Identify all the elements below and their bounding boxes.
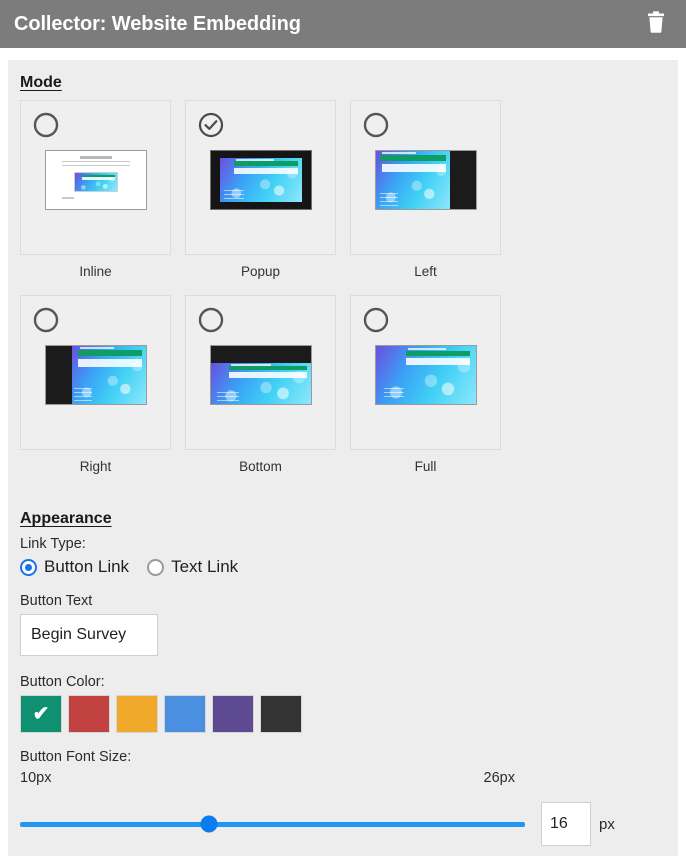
mode-label-inline: Inline	[79, 264, 112, 279]
font-size-unit-label: px	[599, 815, 615, 833]
trash-icon	[646, 10, 666, 38]
page-title: Collector: Website Embedding	[14, 12, 301, 35]
mode-cell-left: Left	[350, 100, 501, 295]
radio-selected-icon[interactable]	[20, 558, 37, 576]
mode-grid: Inline Popup Left Right Bottom Full	[20, 100, 666, 490]
button-color-label: Button Color:	[20, 674, 105, 690]
mode-thumbnail-popup	[186, 150, 335, 210]
radio-unchecked-icon[interactable]	[363, 112, 389, 138]
mode-label-right: Right	[79, 459, 112, 474]
mode-cell-popup: Popup	[185, 100, 336, 295]
slider-track	[20, 821, 525, 827]
mode-cell-inline: Inline	[20, 100, 171, 295]
font-size-max-label: 26px	[483, 770, 515, 786]
link-type-button-link-label: Button Link	[44, 557, 130, 576]
link-type-text-link-label: Text Link	[171, 557, 239, 576]
mode-option-inline[interactable]	[20, 100, 171, 255]
button-color-swatches: ✔	[20, 695, 666, 733]
mode-option-bottom[interactable]	[185, 295, 336, 450]
mode-thumbnail-inline	[21, 150, 170, 210]
collector-header: Collector: Website Embedding	[0, 0, 686, 48]
font-size-min-label: 10px	[20, 770, 52, 786]
link-type-button-link[interactable]: Button Link	[20, 557, 129, 577]
mode-label-popup: Popup	[240, 264, 281, 279]
mode-label-bottom: Bottom	[239, 459, 282, 474]
font-size-slider[interactable]	[20, 814, 525, 834]
mode-cell-spacer	[515, 295, 666, 490]
mode-thumbnail-left	[351, 150, 500, 210]
font-size-block: Button Font Size: 10px 26px px	[20, 749, 666, 846]
check-icon: ✔	[32, 703, 50, 725]
font-size-slider-row: px	[20, 802, 666, 846]
radio-unchecked-icon[interactable]	[198, 307, 224, 333]
color-swatch-red[interactable]	[68, 695, 110, 733]
mode-option-popup[interactable]	[185, 100, 336, 255]
mode-cell-full: Full	[350, 295, 501, 490]
settings-panel-wrapper: Mode Inline Popup Left Right Bottom Full…	[0, 48, 686, 856]
mode-label-left: Left	[414, 264, 437, 279]
settings-panel: Mode Inline Popup Left Right Bottom Full…	[8, 60, 678, 856]
mode-cell-spacer	[515, 100, 666, 295]
radio-unchecked-icon[interactable]	[363, 307, 389, 333]
color-swatch-dark[interactable]	[260, 695, 302, 733]
button-text-label: Button Text	[20, 593, 93, 609]
mode-cell-right: Right	[20, 295, 171, 490]
color-swatch-green[interactable]: ✔	[20, 695, 62, 733]
mode-cell-bottom: Bottom	[185, 295, 336, 490]
appearance-section: Appearance Link Type: Button Link Text L…	[20, 510, 666, 846]
mode-section-title: Mode	[20, 74, 62, 91]
color-swatch-orange[interactable]	[116, 695, 158, 733]
button-font-size-label: Button Font Size:	[20, 749, 132, 765]
color-swatch-purple[interactable]	[212, 695, 254, 733]
slider-thumb[interactable]	[200, 815, 218, 833]
radio-checked-icon[interactable]	[198, 112, 224, 138]
mode-thumbnail-bottom	[186, 345, 335, 405]
link-type-label: Link Type:	[20, 536, 86, 552]
mode-thumbnail-right	[21, 345, 170, 405]
button-text-input[interactable]	[20, 614, 158, 656]
radio-unchecked-icon[interactable]	[33, 307, 59, 333]
mode-option-right[interactable]	[20, 295, 171, 450]
font-size-input[interactable]	[541, 802, 591, 846]
mode-label-full: Full	[414, 459, 437, 474]
mode-option-full[interactable]	[350, 295, 501, 450]
appearance-section-title: Appearance	[20, 510, 112, 527]
link-type-text-link[interactable]: Text Link	[147, 557, 238, 577]
mode-option-left[interactable]	[350, 100, 501, 255]
radio-unchecked-icon[interactable]	[33, 112, 59, 138]
font-size-range-labels: 10px 26px	[20, 770, 515, 786]
color-swatch-blue[interactable]	[164, 695, 206, 733]
delete-collector-button[interactable]	[642, 10, 670, 38]
link-type-radio-group: Button Link Text Link	[20, 557, 666, 577]
radio-unselected-icon[interactable]	[147, 558, 165, 576]
mode-thumbnail-full	[351, 345, 500, 405]
